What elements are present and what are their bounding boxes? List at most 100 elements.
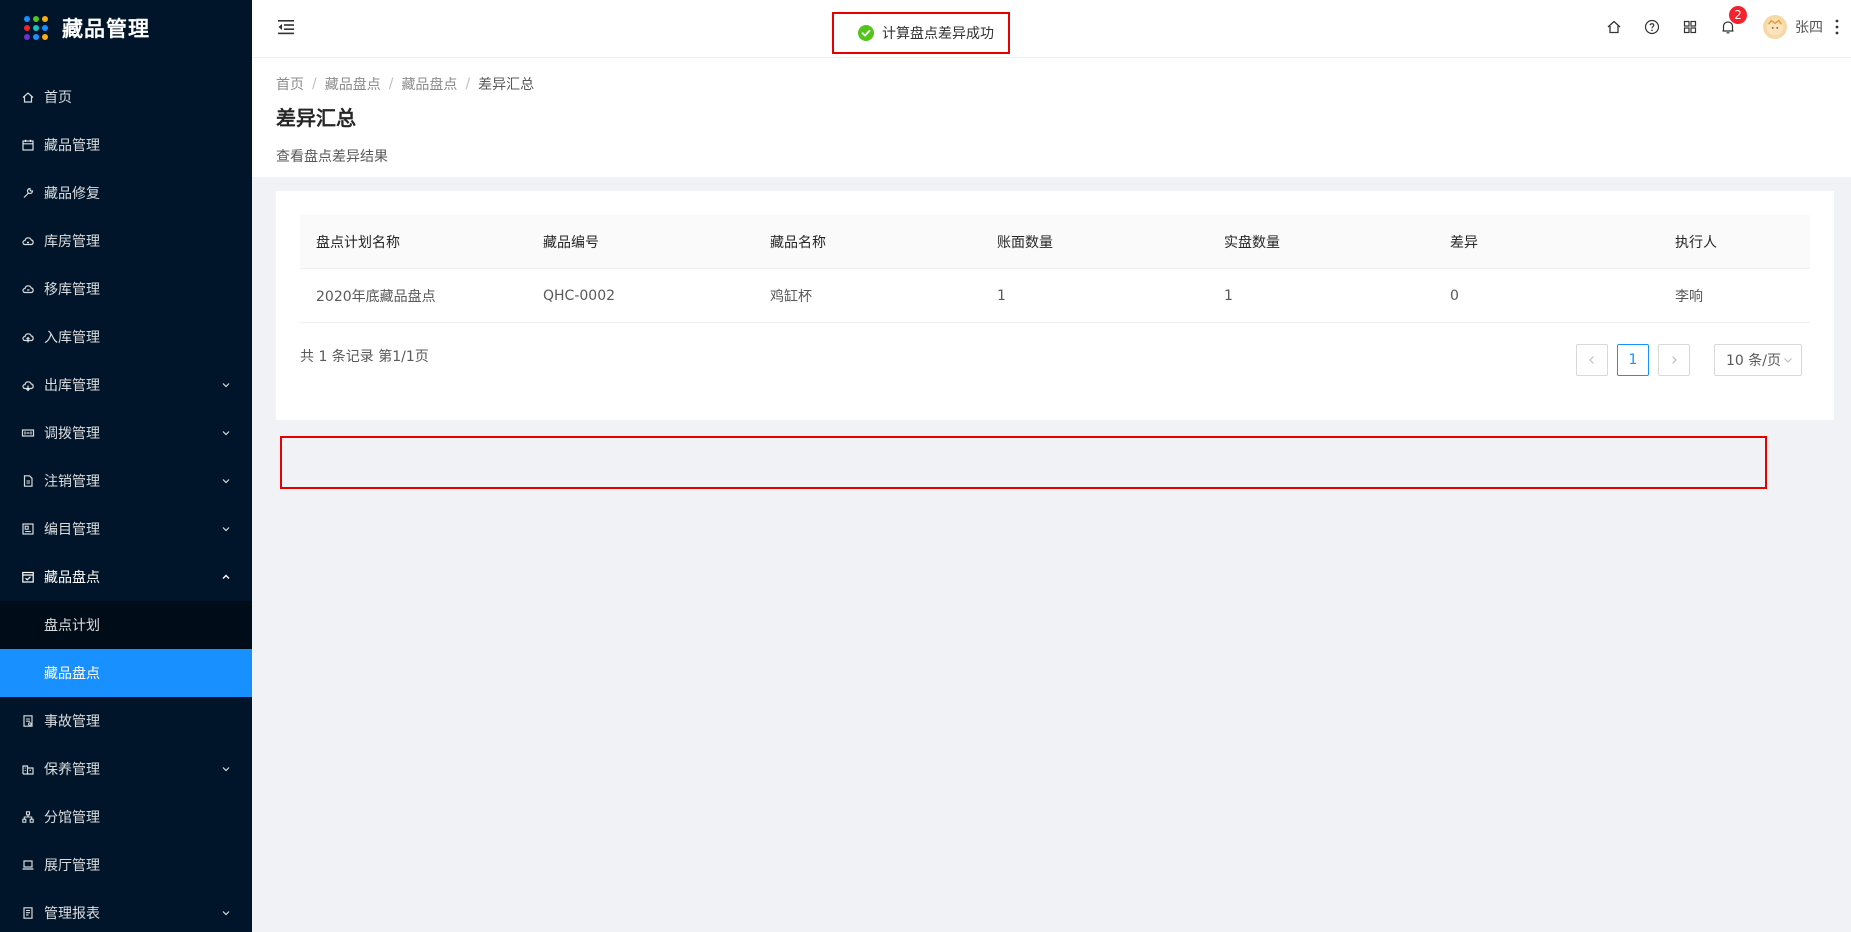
sidebar-item-7[interactable]: 调拨管理 xyxy=(0,409,252,457)
chevron-down-icon xyxy=(220,523,232,535)
notification-button[interactable]: 2 xyxy=(1709,0,1747,54)
sidebar-item-label: 管理报表 xyxy=(44,906,100,922)
page-title: 差异汇总 xyxy=(276,106,356,130)
notification-badge: 2 xyxy=(1729,6,1747,24)
column-header: 盘点计划名称 xyxy=(316,234,400,251)
user-menu[interactable]: 张四 xyxy=(1763,15,1843,39)
more-vertical-icon[interactable] xyxy=(1831,17,1843,37)
breadcrumb: 首页 / 藏品盘点 / 藏品盘点 / 差异汇总 xyxy=(276,72,1827,96)
sidebar-item-2[interactable]: 藏品修复 xyxy=(0,169,252,217)
help-button[interactable] xyxy=(1633,0,1671,54)
sidebar-item-17[interactable]: 管理报表 xyxy=(0,889,252,932)
column-header: 实盘数量 xyxy=(1224,234,1280,251)
page-size-value: 10 条/页 xyxy=(1726,353,1781,369)
cell-item-name: 鸡缸杯 xyxy=(770,288,812,305)
cell-executor: 李响 xyxy=(1675,288,1703,305)
sidebar-item-8[interactable]: 注销管理 xyxy=(0,457,252,505)
sidebar-item-6[interactable]: 出库管理 xyxy=(0,361,252,409)
logo-grid-icon xyxy=(24,16,48,40)
breadcrumb-item-home[interactable]: 首页 xyxy=(276,74,304,94)
sidebar-subitem-12[interactable]: 藏品盘点 xyxy=(0,649,252,697)
chevron-right-icon xyxy=(1672,356,1677,364)
breadcrumb-item-inventory-sub[interactable]: 藏品盘点 xyxy=(401,74,457,94)
menu-fold-icon[interactable] xyxy=(276,17,296,37)
table-header: 盘点计划名称 藏品编号 藏品名称 账面数量 实盘数量 差异 执行人 xyxy=(300,215,1810,269)
sidebar-item-label: 库房管理 xyxy=(44,234,100,250)
laptop-icon xyxy=(20,857,36,873)
sidebar-item-16[interactable]: 展厅管理 xyxy=(0,841,252,889)
logo[interactable]: 藏品管理 xyxy=(0,0,252,56)
sidebar-item-4[interactable]: 移库管理 xyxy=(0,265,252,313)
sidebar-item-14[interactable]: 保养管理 xyxy=(0,745,252,793)
home-button[interactable] xyxy=(1595,0,1633,54)
table-row[interactable]: 2020年底藏品盘点 QHC-0002 鸡缸杯 1 1 0 李响 xyxy=(300,269,1810,323)
chevron-down-icon xyxy=(1784,358,1792,363)
cloud-sync-icon xyxy=(20,281,36,297)
breadcrumb-separator: / xyxy=(388,76,394,92)
apps-button[interactable] xyxy=(1671,0,1709,54)
form-icon xyxy=(20,905,36,921)
calendar-icon xyxy=(20,137,36,153)
sidebar: 藏品管理 首页 藏品管理 藏品修复 库房管理 移库管理 入库管理 出库管理 调拨管理 注销管理编… xyxy=(0,0,252,932)
sidebar-item-label: 藏品管理 xyxy=(44,138,100,154)
transfer-icon xyxy=(20,425,36,441)
breadcrumb-separator: / xyxy=(465,76,471,92)
sidebar-subitem-11[interactable]: 盘点计划 xyxy=(0,601,252,649)
sidebar-item-label: 展厅管理 xyxy=(44,858,100,874)
sidebar-item-label: 首页 xyxy=(44,90,72,106)
page-size-select[interactable]: 10 条/页 xyxy=(1714,344,1802,376)
sidebar-item-15[interactable]: 分馆管理 xyxy=(0,793,252,841)
column-header: 差异 xyxy=(1450,234,1478,251)
sidebar-item-5[interactable]: 入库管理 xyxy=(0,313,252,361)
chevron-left-icon xyxy=(1589,356,1594,364)
avatar-face-icon xyxy=(1766,18,1784,36)
cell-book-quantity: 1 xyxy=(997,287,1006,304)
sidebar-item-1[interactable]: 藏品管理 xyxy=(0,121,252,169)
building-icon xyxy=(20,761,36,777)
chevron-up-icon xyxy=(220,571,232,583)
chevron-down-icon xyxy=(220,427,232,439)
breadcrumb-item-current: 差异汇总 xyxy=(478,77,535,93)
result-card: 盘点计划名称 藏品编号 藏品名称 账面数量 实盘数量 差异 执行人 2020年底… xyxy=(276,191,1834,489)
sidebar-item-label: 藏品盘点 xyxy=(44,666,100,682)
page-header: 首页 / 藏品盘点 / 藏品盘点 / 差异汇总 差异汇总 查看盘点差异结果 xyxy=(252,58,1851,177)
breadcrumb-separator: / xyxy=(312,76,317,92)
sidebar-item-label: 盘点计划 xyxy=(44,618,100,634)
top-header: 计算盘点差异成功 2 张四 xyxy=(252,0,1851,58)
prev-page-button[interactable] xyxy=(1576,344,1608,376)
sidebar-item-9[interactable]: 编目管理 xyxy=(0,505,252,553)
user-name: 张四 xyxy=(1795,20,1823,36)
sidebar-item-label: 藏品修复 xyxy=(44,186,100,202)
column-header: 藏品编号 xyxy=(543,234,599,251)
cluster-icon xyxy=(20,809,36,825)
wrench-icon xyxy=(20,185,36,201)
sidebar-item-0[interactable]: 首页 xyxy=(0,73,252,121)
sidebar-item-label: 移库管理 xyxy=(44,282,100,298)
sidebar-menu: 首页藏品管理藏品修复库房管理移库管理入库管理出库管理 调拨管理 注销管理编目管理藏品… xyxy=(0,73,252,932)
cloud-download-icon xyxy=(20,377,36,393)
sidebar-item-label: 保养管理 xyxy=(44,762,100,778)
chevron-down-icon xyxy=(220,379,232,391)
sidebar-item-label: 入库管理 xyxy=(44,330,100,346)
page-button-current[interactable]: 1 xyxy=(1617,344,1649,376)
appstore-icon xyxy=(1683,20,1697,34)
next-page-button[interactable] xyxy=(1658,344,1690,376)
cell-difference: 0 xyxy=(1450,287,1459,304)
sidebar-item-label: 藏品盘点 xyxy=(44,570,100,586)
avatar xyxy=(1763,15,1787,39)
catalog-icon xyxy=(20,521,36,537)
header-actions: 2 张四 xyxy=(1595,0,1851,54)
chevron-down-icon xyxy=(220,907,232,919)
app-title: 藏品管理 xyxy=(62,17,150,41)
toast-message: 计算盘点差异成功 xyxy=(882,26,994,42)
cloud-icon xyxy=(20,233,36,249)
check-circle-icon xyxy=(858,25,874,41)
sidebar-item-10[interactable]: 藏品盘点 xyxy=(0,553,252,601)
sidebar-item-3[interactable]: 库房管理 xyxy=(0,217,252,265)
sidebar-item-label: 编目管理 xyxy=(44,522,100,538)
row-highlight-box xyxy=(280,436,1767,489)
sidebar-item-13[interactable]: 事故管理 xyxy=(0,697,252,745)
inventory-icon xyxy=(20,569,36,585)
breadcrumb-item-inventory[interactable]: 藏品盘点 xyxy=(325,74,381,94)
pagination: 1 10 条/页 xyxy=(1567,344,1802,376)
